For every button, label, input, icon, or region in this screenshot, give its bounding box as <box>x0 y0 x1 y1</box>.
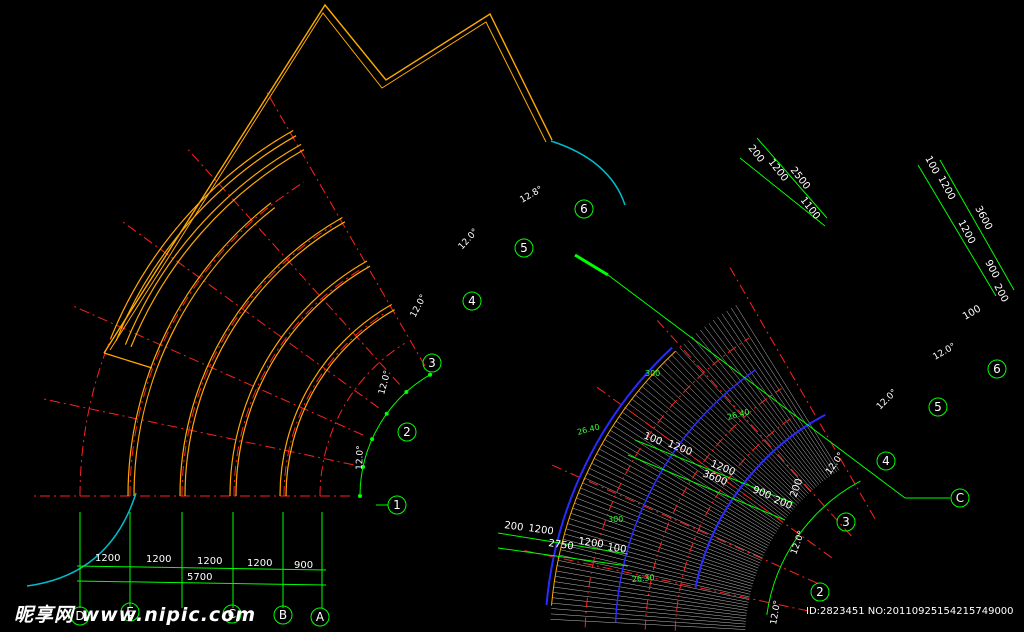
svg-text:4: 4 <box>468 294 476 308</box>
left-dim-1: 1200 <box>95 553 120 564</box>
left-dim-total: 5700 <box>187 572 212 583</box>
right-note-5: 300 <box>608 515 623 524</box>
svg-text:4: 4 <box>882 454 890 468</box>
svg-text:5: 5 <box>520 241 528 255</box>
right-note-4: 300 <box>645 369 660 378</box>
svg-text:B: B <box>279 608 287 622</box>
svg-text:2: 2 <box>403 425 411 439</box>
left-dim-3: 1200 <box>197 556 222 567</box>
svg-text:5: 5 <box>934 400 942 414</box>
left-angle-tick-0 <box>358 494 362 498</box>
svg-text:3: 3 <box>842 515 850 529</box>
svg-text:A: A <box>316 610 325 624</box>
svg-text:6: 6 <box>993 362 1001 376</box>
watermark-id: ID:2823451 NO:20110925154215749000 <box>806 606 1014 617</box>
left-angle-tick-5 <box>428 372 432 377</box>
left-dim-2: 1200 <box>146 554 171 565</box>
left-angle-tick-4 <box>404 390 409 394</box>
left-dim-4: 1200 <box>247 558 272 569</box>
watermark-logo: 昵享网 www.nipic.com <box>14 604 257 626</box>
svg-text:C: C <box>956 491 964 505</box>
svg-text:2: 2 <box>816 585 824 599</box>
svg-text:1: 1 <box>393 498 401 512</box>
svg-text:3: 3 <box>428 356 436 370</box>
cad-drawing-canvas: 1200 1200 1200 1200 900 5700 12.0° 12.0°… <box>0 0 1024 632</box>
left-angle-tick-2 <box>370 437 375 442</box>
left-angle-1: 12.0° <box>355 445 366 470</box>
left-dim-5: 900 <box>294 560 313 571</box>
left-angle-tick-3 <box>384 411 389 416</box>
svg-text:6: 6 <box>580 202 588 216</box>
